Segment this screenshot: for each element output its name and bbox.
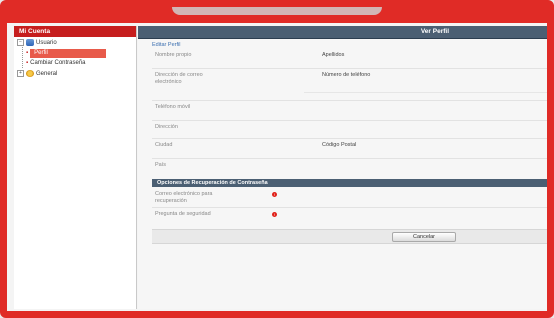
- field-direccion: Dirección: [152, 122, 547, 139]
- field-label-apellidos: Apellidos: [322, 52, 345, 58]
- tree-item-label: Perfil: [30, 49, 107, 58]
- field-label-codigo-postal: Código Postal: [322, 142, 357, 148]
- tree-item-label: General: [36, 71, 58, 78]
- button-bar: Cancelar: [152, 229, 547, 244]
- field-recovery-email: Correo electrónico para recuperación !: [152, 189, 547, 208]
- tree-item-label: Cambiar Contraseña: [30, 60, 86, 66]
- field-label: Ciudad: [155, 142, 173, 148]
- divider: [304, 92, 547, 93]
- field-label: Nombre propio: [155, 52, 192, 58]
- field-nombre: Nombre propio Apellidos: [152, 50, 547, 69]
- collapse-icon[interactable]: −: [17, 39, 24, 46]
- tree-item-label: Usuario: [36, 40, 57, 47]
- field-label: Dirección: [155, 124, 178, 130]
- edit-profile-link[interactable]: Editar Perfil: [152, 42, 180, 48]
- sidebar-title: Mi Cuenta: [14, 26, 136, 37]
- field-label: Teléfono móvil: [155, 104, 191, 110]
- field-security-question: Pregunta de seguridad !: [152, 209, 547, 227]
- window-frame: Mi Cuenta − Usuario ▪ Perfil ▪ Cambiar Cont…: [0, 0, 554, 318]
- gear-icon: [26, 70, 34, 77]
- bullet-icon: ▪: [26, 60, 29, 66]
- recovery-section-title: Opciones de Recuperación de Contraseña: [152, 179, 547, 187]
- field-telefono-movil: Teléfono móvil: [152, 102, 547, 121]
- field-label: Dirección de correo electrónico: [155, 72, 203, 85]
- top-band: [7, 7, 547, 23]
- sidebar: Mi Cuenta − Usuario ▪ Perfil ▪ Cambiar Cont…: [14, 26, 137, 309]
- field-label: Correo electrónico para recuperación: [155, 191, 213, 204]
- required-icon: !: [272, 192, 277, 197]
- tree-item-cambiar-contrasena[interactable]: ▪ Cambiar Contraseña: [26, 59, 86, 68]
- tree-item-general[interactable]: + General: [17, 70, 57, 79]
- page-title: Ver Perfil: [138, 26, 547, 39]
- main-panel: Ver Perfil Editar Perfil Nombre propio A…: [138, 26, 547, 309]
- cancel-button[interactable]: Cancelar: [392, 232, 456, 242]
- field-email: Dirección de correo electrónico Número d…: [152, 70, 547, 101]
- field-label-telefono: Número de teléfono: [322, 72, 371, 78]
- field-pais: País: [152, 160, 547, 176]
- header-decoration: [172, 7, 382, 15]
- bullet-icon: ▪: [26, 50, 29, 56]
- field-label: Pregunta de seguridad: [155, 211, 211, 217]
- expand-icon[interactable]: +: [17, 70, 24, 77]
- users-icon: [26, 39, 34, 46]
- tree-item-perfil[interactable]: ▪ Perfil: [26, 49, 107, 58]
- tree-item-usuario[interactable]: − Usuario: [17, 39, 57, 48]
- field-label: País: [155, 162, 167, 168]
- required-icon: !: [272, 212, 277, 217]
- field-ciudad: Ciudad Código Postal: [152, 140, 547, 159]
